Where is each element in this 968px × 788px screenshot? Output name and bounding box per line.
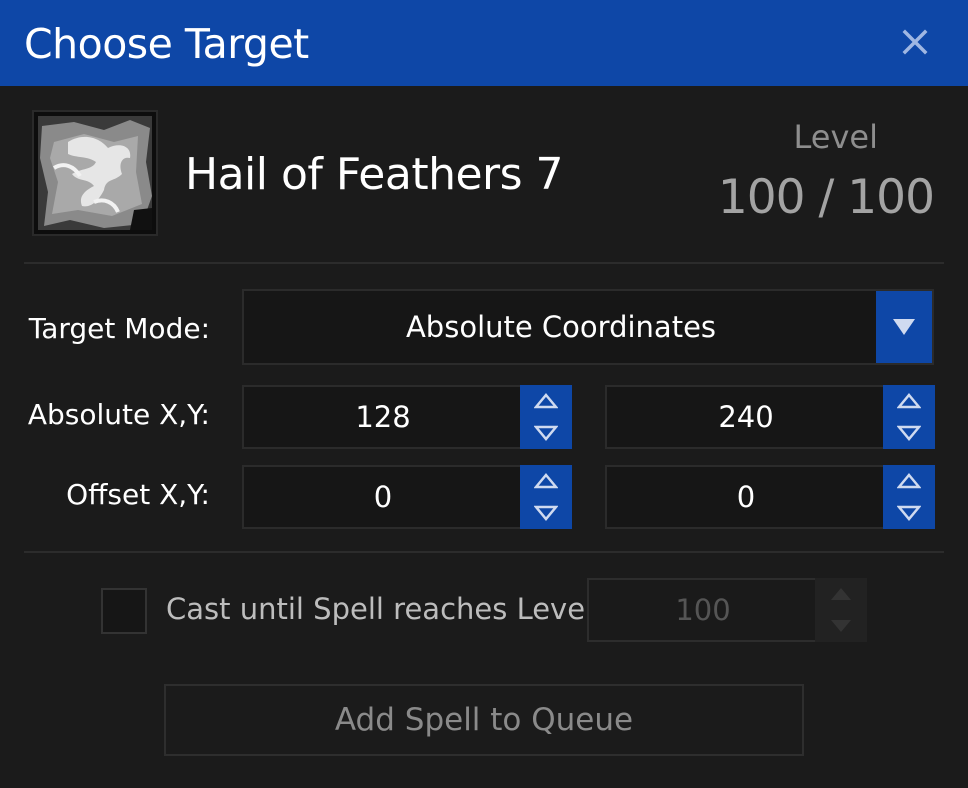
- cast-until-label: Cast until Spell reaches Level:: [166, 592, 603, 626]
- absolute-y-decrement-button[interactable]: [883, 417, 935, 449]
- target-mode-dropdown[interactable]: Absolute Coordinates: [242, 289, 934, 365]
- absolute-x-decrement-button[interactable]: [520, 417, 572, 449]
- chevron-down-icon: [893, 319, 915, 335]
- level-label: Level: [793, 118, 878, 156]
- target-mode-label: Target Mode:: [28, 312, 210, 345]
- offset-y-stepper[interactable]: 0: [605, 465, 935, 529]
- cast-until-level-input[interactable]: 100: [589, 580, 817, 640]
- divider-bottom: [24, 551, 944, 553]
- absolute-x-stepper[interactable]: 128: [242, 385, 572, 449]
- triangle-up-icon: [897, 473, 921, 489]
- triangle-down-icon: [897, 505, 921, 521]
- level-value: 100 / 100: [717, 170, 935, 225]
- cast-until-level-increment-button[interactable]: [815, 578, 867, 610]
- spell-icon: [32, 110, 158, 236]
- offset-y-input[interactable]: 0: [607, 467, 885, 527]
- absolute-y-input[interactable]: 240: [607, 387, 885, 447]
- absolute-y-increment-button[interactable]: [883, 385, 935, 417]
- close-icon: [902, 29, 928, 55]
- cast-until-level-decrement-button[interactable]: [815, 610, 867, 642]
- triangle-down-icon: [831, 620, 851, 632]
- triangle-up-icon: [534, 393, 558, 409]
- absolute-x-increment-button[interactable]: [520, 385, 572, 417]
- target-mode-value[interactable]: Absolute Coordinates: [244, 291, 878, 363]
- absolute-x-input[interactable]: 128: [244, 387, 522, 447]
- offset-xy-label: Offset X,Y:: [66, 478, 210, 511]
- feather-spell-icon: [38, 116, 152, 230]
- triangle-down-icon: [897, 425, 921, 441]
- offset-x-decrement-button[interactable]: [520, 497, 572, 529]
- offset-x-spin-buttons: [520, 465, 572, 529]
- absolute-xy-label: Absolute X,Y:: [27, 398, 210, 431]
- cast-until-level-spin-buttons: [815, 578, 867, 642]
- cast-until-level-stepper[interactable]: 100: [587, 578, 867, 642]
- triangle-up-icon: [831, 588, 851, 600]
- offset-y-decrement-button[interactable]: [883, 497, 935, 529]
- divider-top: [24, 262, 944, 264]
- spell-name: Hail of Feathers 7: [185, 149, 564, 200]
- offset-y-increment-button[interactable]: [883, 465, 935, 497]
- absolute-y-stepper[interactable]: 240: [605, 385, 935, 449]
- title-bar: Choose Target: [0, 0, 968, 86]
- offset-x-stepper[interactable]: 0: [242, 465, 572, 529]
- cast-until-checkbox[interactable]: [101, 588, 147, 634]
- window-title: Choose Target: [24, 20, 309, 68]
- triangle-down-icon: [534, 425, 558, 441]
- absolute-y-spin-buttons: [883, 385, 935, 449]
- dropdown-arrow-button[interactable]: [876, 291, 932, 363]
- offset-x-increment-button[interactable]: [520, 465, 572, 497]
- triangle-up-icon: [897, 393, 921, 409]
- close-button[interactable]: [895, 22, 935, 62]
- offset-y-spin-buttons: [883, 465, 935, 529]
- triangle-up-icon: [534, 473, 558, 489]
- triangle-down-icon: [534, 505, 558, 521]
- absolute-x-spin-buttons: [520, 385, 572, 449]
- add-spell-to-queue-button[interactable]: Add Spell to Queue: [164, 684, 804, 756]
- offset-x-input[interactable]: 0: [244, 467, 522, 527]
